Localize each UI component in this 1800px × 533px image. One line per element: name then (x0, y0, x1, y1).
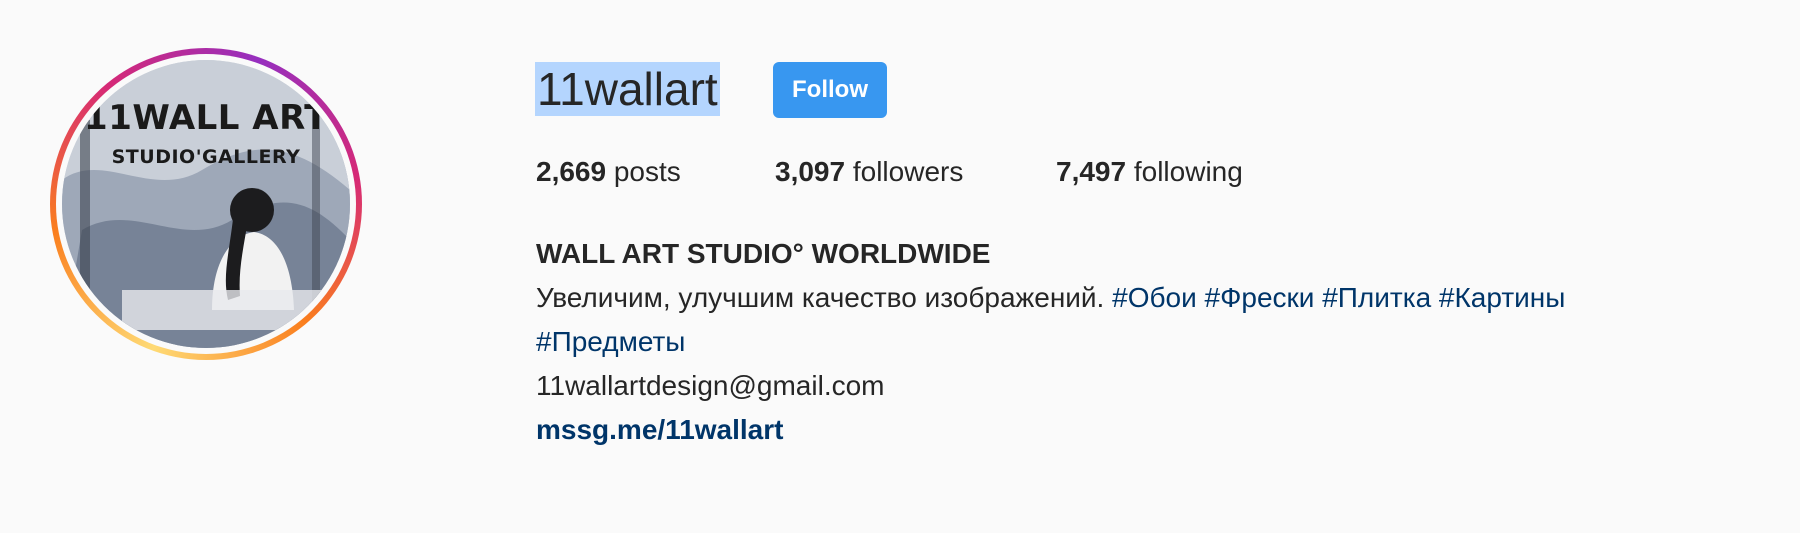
bio: WALL ART STUDIO° WORLDWIDE Увеличим, улу… (536, 232, 1736, 452)
bio-website-link[interactable]: mssg.me/11wallart (536, 408, 1736, 452)
hashtag-link[interactable]: #Обои (1112, 282, 1197, 313)
bio-full-name: WALL ART STUDIO° WORLDWIDE (536, 238, 991, 269)
avatar-subtitle: STUDIO'GALLERY (111, 146, 301, 168)
story-ring[interactable]: 11WALL ART STUDIO'GALLERY (50, 48, 362, 360)
profile-header: 11WALL ART STUDIO'GALLERY 11wallart Foll… (0, 0, 1800, 533)
stat-followers[interactable]: 3,097 followers (775, 156, 963, 188)
hashtag-link[interactable]: #Плитка (1322, 282, 1431, 313)
followers-label: followers (852, 156, 964, 187)
hashtag-link[interactable]: #Фрески (1205, 282, 1315, 313)
following-label: following (1133, 156, 1243, 187)
followers-count: 3,097 (775, 156, 846, 187)
bio-email: 11wallartdesign@gmail.com (536, 370, 885, 401)
bio-hashtag-line: #Предметы (536, 320, 1736, 364)
bio-description: Увеличим, улучшим качество изображений. (536, 282, 1105, 313)
avatar[interactable]: 11WALL ART STUDIO'GALLERY (62, 60, 350, 348)
posts-label: posts (613, 156, 681, 187)
stat-posts: 2,669 posts (536, 156, 681, 188)
bio-description-line: Увеличим, улучшим качество изображений. … (536, 276, 1736, 320)
username: 11wallart (535, 62, 720, 116)
stat-following[interactable]: 7,497 following (1056, 156, 1243, 188)
posts-count: 2,669 (536, 156, 607, 187)
following-count: 7,497 (1056, 156, 1127, 187)
hashtag-link[interactable]: #Картины (1439, 282, 1565, 313)
hashtag-link[interactable]: #Предметы (536, 326, 685, 357)
follow-button[interactable]: Follow (773, 62, 887, 118)
avatar-title: 11WALL ART (84, 98, 328, 138)
